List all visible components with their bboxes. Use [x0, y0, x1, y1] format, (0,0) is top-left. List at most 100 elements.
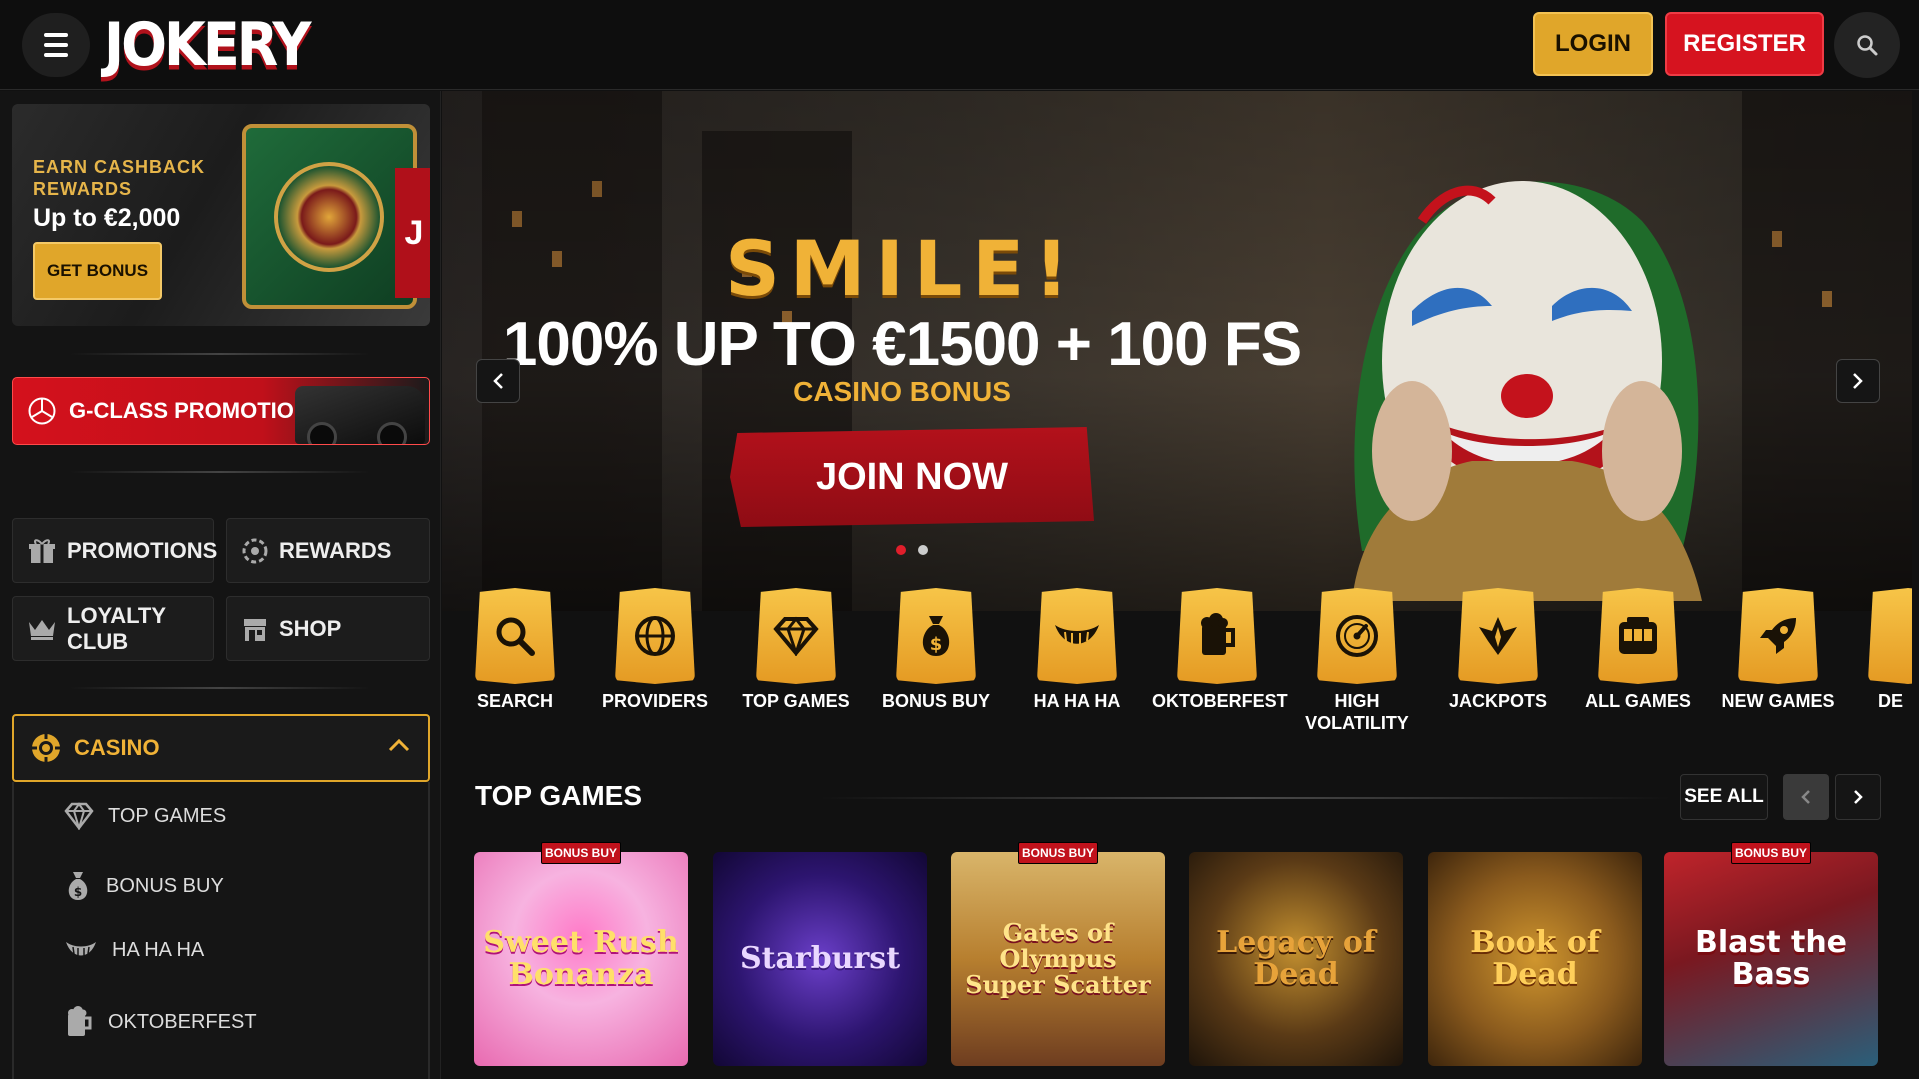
bonus-buy-badge: BONUS BUY [1018, 842, 1098, 864]
top-games-next-button[interactable] [1835, 774, 1881, 820]
casino-section-toggle[interactable]: CASINO [12, 714, 430, 782]
rewards-label: REWARDS [279, 537, 392, 563]
category-new-games[interactable]: NEW GAMES [1713, 588, 1843, 712]
slide-indicator [896, 545, 928, 555]
game-tile-gates-of-olympus[interactable]: Gates of Olympus Super Scatter [951, 852, 1165, 1066]
category-badge [1458, 588, 1538, 684]
hero-subtitle: CASINO BONUS [793, 376, 1011, 407]
casino-item-ha-ha-ha[interactable]: HA HA HA [64, 938, 204, 962]
menu-bar [44, 33, 68, 37]
bonus-buy-badge: BONUS BUY [1731, 842, 1811, 864]
hero-headline: SMILE! [725, 224, 1079, 313]
casino-item-bonus-buy[interactable]: $ BONUS BUY [64, 870, 224, 902]
site-logo[interactable]: JOKERY [104, 10, 311, 79]
game-title: Legacy of Dead [1216, 925, 1376, 992]
category-label: DE [1878, 691, 1904, 711]
category-providers[interactable]: PROVIDERS [590, 588, 720, 712]
crown-icon [29, 619, 55, 640]
category-all-games[interactable]: ALL GAMES [1573, 588, 1703, 712]
gift-icon [29, 538, 55, 563]
register-button[interactable]: REGISTER [1665, 12, 1824, 76]
game-title: Gates of Olympus Super Scatter [965, 918, 1151, 999]
game-title: Sweet Rush Bonanza [483, 925, 679, 992]
rewards-button[interactable]: REWARDS [226, 518, 430, 583]
rocket-icon [1760, 618, 1796, 654]
shop-label: SHOP [279, 615, 342, 641]
category-badge [1177, 588, 1257, 684]
category-ha-ha-ha[interactable]: HA HA HA [1012, 588, 1142, 712]
mercedes-icon [28, 397, 56, 425]
chevron-right-icon [1853, 373, 1863, 389]
sidebar-divider [70, 353, 370, 355]
join-now-button[interactable]: JOIN NOW [730, 427, 1094, 527]
casino-label: CASINO [74, 735, 160, 760]
globe-icon [635, 616, 675, 656]
safe-illustration: J [242, 124, 430, 309]
category-badge: $ [896, 588, 976, 684]
diamond-icon [64, 802, 94, 830]
promotions-button[interactable]: PROMOTIONS [12, 518, 218, 583]
slide-dot[interactable] [918, 545, 928, 555]
category-label: PROVIDERS [601, 691, 709, 711]
rewards-icon [242, 538, 268, 563]
category-label: NEW GAMES [1721, 691, 1835, 711]
casino-submenu: TOP GAMES $ BONUS BUY HA HA HA OKTOBERFE… [12, 782, 430, 1079]
category-high-volatility[interactable]: HIGH VOLATILITY [1292, 588, 1422, 734]
hero-next-button[interactable] [1836, 359, 1880, 403]
slide-dot-active[interactable] [896, 545, 906, 555]
game-tile-sweet-rush-bonanza[interactable]: Sweet Rush Bonanza [474, 852, 688, 1066]
category-label: HIGH VOLATILITY [1305, 691, 1409, 733]
casino-chip-icon [32, 734, 60, 762]
get-bonus-button[interactable]: GET BONUS [33, 242, 162, 300]
diamond-icon [773, 616, 819, 656]
game-tile-legacy-of-dead[interactable]: Legacy of Dead [1189, 852, 1403, 1066]
chevron-right-icon [1854, 790, 1863, 804]
car-image [295, 386, 425, 444]
loyalty-club-button[interactable]: LOYALTY CLUB [12, 596, 214, 661]
category-badge [1868, 588, 1912, 684]
category-search[interactable]: SEARCH [450, 588, 580, 712]
category-partial[interactable]: DE [1854, 588, 1912, 712]
chevron-up-icon[interactable] [388, 738, 410, 752]
grin-icon [66, 942, 96, 956]
grin-icon [1055, 625, 1099, 644]
category-label: HA HA HA [1033, 691, 1121, 711]
shop-button[interactable]: SHOP [226, 596, 430, 661]
category-label: TOP GAMES [742, 691, 850, 711]
game-title: Blast the Bass [1694, 925, 1848, 992]
game-tile-starburst[interactable]: Starburst [713, 852, 927, 1066]
money-bag-icon: $ [68, 872, 88, 900]
search-icon [1857, 35, 1878, 56]
category-jackpots[interactable]: JACKPOTS [1433, 588, 1563, 712]
see-all-button[interactable]: SEE ALL [1680, 774, 1768, 820]
game-tile-blast-the-bass[interactable]: Blast the Bass [1664, 852, 1878, 1066]
svg-text:$: $ [74, 885, 82, 899]
hero-prev-button[interactable] [476, 359, 520, 403]
hero-banner[interactable]: SMILE! 100% UP TO €1500 + 100 FS CASINO … [442, 91, 1912, 611]
cashback-banner[interactable]: EARN CASHBACK REWARDS Up to €2,000 GET B… [12, 104, 430, 326]
category-badge [1317, 588, 1397, 684]
loyalty-club-label: LOYALTY CLUB [67, 602, 166, 654]
gclass-promotion-button[interactable]: G-CLASS PROMOTION [12, 377, 430, 445]
category-badge [475, 588, 555, 684]
money-bag-icon: $ [922, 616, 950, 656]
casino-item-oktoberfest[interactable]: OKTOBERFEST [64, 1006, 257, 1038]
search-icon [496, 617, 535, 656]
game-tile-book-of-dead[interactable]: Book of Dead [1428, 852, 1642, 1066]
top-games-prev-button[interactable] [1783, 774, 1829, 820]
casino-item-label: BONUS BUY [106, 874, 224, 897]
cashback-amount: Up to €2,000 [33, 204, 181, 232]
casino-item-top-games[interactable]: TOP GAMES [64, 802, 226, 830]
sidebar-divider [70, 687, 370, 689]
login-button[interactable]: LOGIN [1533, 12, 1653, 76]
category-label: BONUS BUY [881, 691, 990, 711]
jackpot-icon [1479, 617, 1517, 655]
promotions-label: PROMOTIONS [67, 537, 218, 563]
header-search-button[interactable] [1834, 12, 1900, 78]
category-top-games[interactable]: TOP GAMES [731, 588, 861, 712]
hamburger-menu-button[interactable] [22, 13, 90, 77]
casino-item-label: TOP GAMES [108, 804, 227, 827]
slot-machine-icon [1619, 617, 1657, 654]
category-bonus-buy[interactable]: $ BONUS BUY [871, 588, 1001, 712]
category-oktoberfest[interactable]: OKTOBERFEST [1152, 588, 1288, 712]
